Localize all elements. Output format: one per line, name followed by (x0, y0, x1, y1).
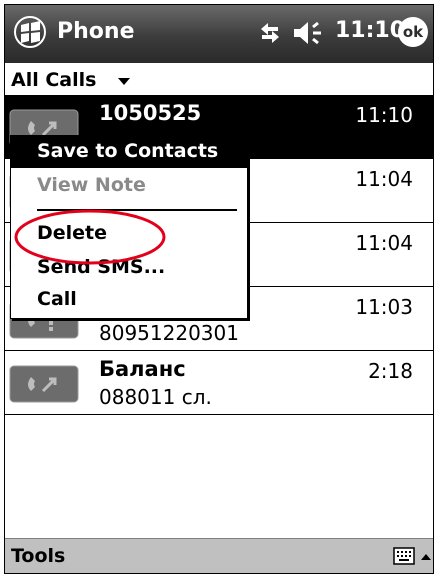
context-menu: Save to Contacts View Note Delete Send S… (10, 135, 248, 319)
input-selector-arrow-icon[interactable] (419, 545, 433, 569)
menu-separator (37, 209, 237, 211)
call-number: 088011 сл. (99, 385, 212, 409)
menu-item-label: View Note (37, 174, 146, 196)
call-time: 11:03 (355, 295, 413, 319)
menu-item-delete[interactable]: Delete (11, 218, 247, 250)
tools-menu[interactable]: Tools (11, 545, 65, 567)
call-time: 11:10 (355, 103, 413, 127)
ok-button[interactable]: ok (398, 17, 428, 47)
app-title: Phone (57, 19, 135, 44)
call-name: Баланс (99, 357, 186, 381)
start-menu-icon[interactable] (11, 15, 49, 49)
call-list-item[interactable]: Баланс 088011 сл. 2:18 (5, 351, 433, 415)
bottom-toolbar: Tools (5, 538, 433, 573)
call-number: 80951220301 (99, 321, 239, 345)
call-filter-dropdown[interactable]: All Calls (5, 63, 433, 98)
outgoing-call-icon (9, 365, 79, 403)
call-time: 11:04 (355, 231, 413, 255)
menu-item-label: Send SMS... (37, 256, 166, 278)
chevron-down-icon[interactable] (117, 77, 131, 86)
menu-item-label: Delete (37, 222, 108, 244)
filter-label[interactable]: All Calls (11, 69, 96, 91)
call-time: 2:18 (368, 359, 413, 383)
clock-time[interactable]: 11:10 (335, 18, 405, 43)
speaker-volume-icon[interactable] (291, 19, 327, 47)
keyboard-icon[interactable] (393, 547, 415, 565)
menu-item-send-sms[interactable]: Send SMS... (11, 252, 247, 284)
call-name: 1050525 (99, 101, 202, 125)
call-time: 11:04 (355, 167, 413, 191)
menu-item-label: Call (37, 288, 77, 310)
menu-item-view-note: View Note (11, 170, 247, 202)
menu-item-call[interactable]: Call (11, 284, 247, 316)
phone-window: Phone 11:10 ok All Calls 1050525 11:10 1… (4, 4, 434, 574)
menu-item-save-to-contacts[interactable]: Save to Contacts (11, 136, 247, 168)
menu-item-label: Save to Contacts (37, 140, 219, 162)
connectivity-icon[interactable] (257, 19, 283, 47)
title-bar: Phone 11:10 ok (5, 5, 433, 63)
